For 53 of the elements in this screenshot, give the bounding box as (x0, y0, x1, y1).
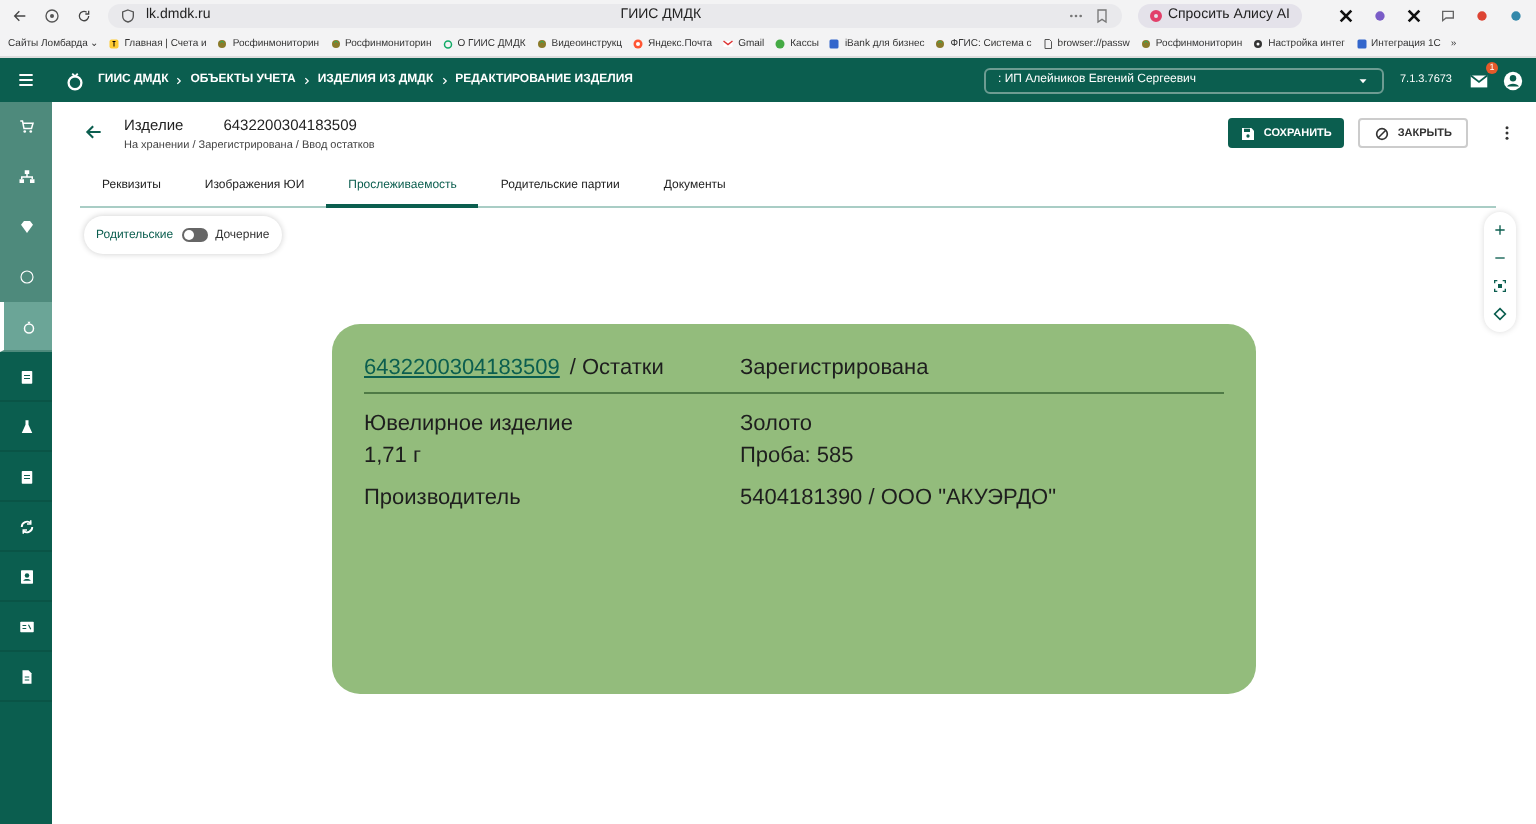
dot-icon (774, 37, 787, 49)
bookmark-icon[interactable] (1093, 7, 1110, 23)
hierarchy-icon (17, 167, 35, 185)
sync-icon (17, 517, 35, 535)
square-icon (108, 37, 121, 49)
circle-icon (17, 267, 35, 285)
card-status: Зарегистрирована (740, 356, 931, 380)
square-icon (1355, 37, 1368, 49)
contact-icon (17, 567, 35, 585)
prohibited-icon (1373, 125, 1390, 141)
square-icon (828, 37, 841, 49)
page-icon (1041, 37, 1054, 49)
card-value: Золото (740, 412, 814, 436)
document-icon (17, 667, 35, 685)
cross-icon[interactable] (1406, 7, 1422, 23)
ring-icon (19, 317, 37, 335)
fit-screen-icon[interactable] (1492, 278, 1508, 294)
envelope-icon (722, 37, 735, 49)
reload-icon[interactable] (76, 7, 92, 23)
card-label: Производитель (364, 486, 523, 510)
ring-icon (441, 37, 454, 49)
emblem-icon (934, 37, 947, 49)
chevron-icon (301, 75, 312, 85)
item-number-link[interactable]: 6432200304183509 (364, 356, 560, 380)
user-avatar-icon[interactable] (1502, 69, 1524, 91)
circle-icon[interactable] (1372, 7, 1388, 23)
back-arrow-icon[interactable] (12, 7, 28, 23)
card-icon (17, 617, 35, 635)
toggle-switch[interactable] (181, 228, 208, 242)
back-arrow-icon[interactable] (84, 122, 104, 142)
card-label: 1,71 г (364, 444, 423, 468)
emblem-icon (329, 37, 342, 49)
emblem-icon (216, 37, 229, 49)
emblem-icon (535, 37, 548, 49)
emblem-icon (1139, 37, 1152, 49)
clipboard-icon (17, 467, 35, 485)
card-subtitle: / Остатки (569, 356, 664, 380)
card-value: 5404181390 / ООО "АКУЭРДО" (740, 486, 1059, 510)
dropdown-caret-icon (1356, 73, 1370, 87)
cart-icon (17, 117, 35, 135)
menu-icon[interactable] (16, 70, 36, 90)
chevron-icon (439, 75, 450, 85)
cross-icon[interactable] (1338, 7, 1354, 23)
flask-icon (17, 417, 35, 435)
card-label: Ювелирное изделие (364, 412, 575, 436)
diamond-icon (17, 217, 35, 235)
chat-icon[interactable] (1440, 7, 1456, 23)
sidebar-item[interactable] (0, 302, 52, 352)
plus-icon[interactable] (1492, 222, 1508, 238)
clipboard-icon (17, 367, 35, 385)
card-value: Проба: 585 (740, 444, 856, 468)
chevron-icon (174, 75, 185, 85)
ring-icon (64, 69, 86, 91)
